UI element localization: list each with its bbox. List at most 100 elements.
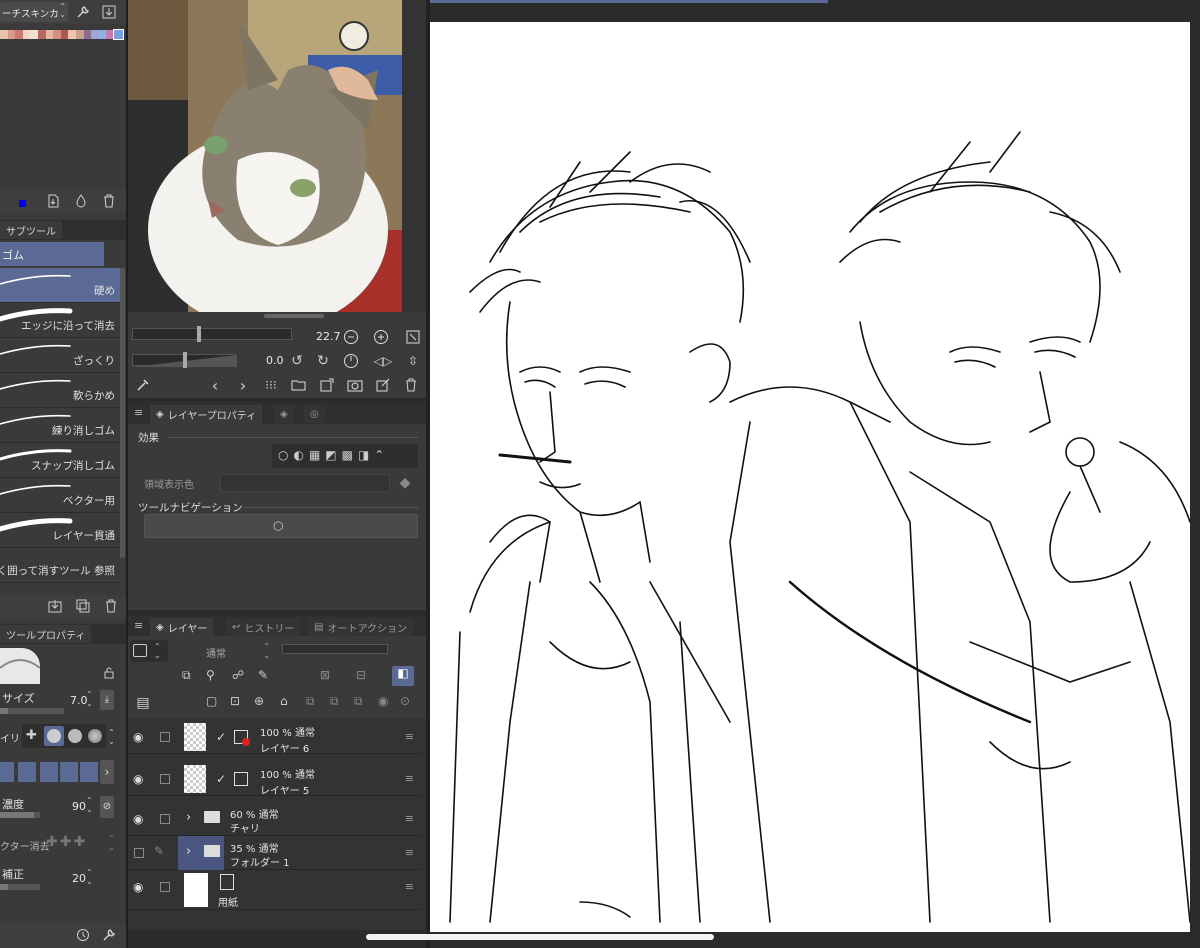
size-apply-button[interactable]: ⤓ xyxy=(100,690,114,710)
drag-handle-icon[interactable]: ≡ xyxy=(405,730,414,743)
layer-row-selected[interactable]: ✎ › 35 % 通常 フォルダー 1 ≡ xyxy=(128,836,420,870)
merge-icon[interactable]: ⧉ xyxy=(330,694,339,709)
new-correction-layer-icon[interactable]: ⊕ xyxy=(254,694,264,708)
subtool-item[interactable]: ベクター用 xyxy=(0,478,120,513)
layer-lock-checkbox[interactable] xyxy=(160,732,170,742)
new-folder-icon[interactable]: ⌂ xyxy=(280,694,288,708)
duplicate-icon[interactable] xyxy=(72,595,94,617)
brush-preset[interactable] xyxy=(0,762,14,782)
eye-icon[interactable]: ◉ xyxy=(133,772,147,786)
new-vector-layer-icon[interactable]: ⊡ xyxy=(230,694,240,708)
plus-icon[interactable]: ✚ xyxy=(26,728,37,743)
density-lock-button[interactable]: ⊘ xyxy=(100,796,114,818)
canvas-scroll-indicator[interactable] xyxy=(430,0,828,3)
density-slider[interactable] xyxy=(0,812,40,818)
trash-icon[interactable] xyxy=(98,190,120,212)
fill-bucket-icon[interactable]: ◆ xyxy=(394,472,416,494)
mask-apply-icon[interactable]: ⊟ xyxy=(356,668,376,682)
lock-transparent-icon[interactable]: ⚲ xyxy=(206,668,225,682)
layer-row[interactable]: ◉ 用紙 ≡ xyxy=(128,870,420,910)
current-color-chip[interactable] xyxy=(19,200,26,207)
draft-icon[interactable]: ✎ xyxy=(258,668,278,682)
layer-row[interactable]: ◉ › 60 % 通常 チャリ ≡ xyxy=(128,802,420,836)
folder-open-icon[interactable] xyxy=(288,374,310,396)
menu-icon[interactable]: ≡ xyxy=(134,619,143,632)
zoom-value[interactable]: 22.7 xyxy=(316,330,341,343)
rotate-right-icon[interactable]: ↻ xyxy=(312,350,334,372)
layer-lock-checkbox[interactable] xyxy=(134,848,144,858)
subtool-item[interactable]: 硬め xyxy=(0,268,120,303)
stepper-icon[interactable]: ⌃ ⌄ xyxy=(108,728,115,746)
new-raster-layer-icon[interactable]: ▢ xyxy=(206,694,217,708)
trash-icon[interactable] xyxy=(100,595,122,617)
zoom-out-icon[interactable] xyxy=(340,326,362,348)
region-color-field[interactable] xyxy=(220,474,390,492)
opacity-slider[interactable] xyxy=(282,644,388,654)
tool-nav-button[interactable]: ⬡ xyxy=(144,514,418,538)
edit-icon[interactable] xyxy=(372,374,394,396)
layer-lock-checkbox[interactable] xyxy=(160,814,170,824)
add-color-icon[interactable] xyxy=(70,190,92,212)
tab-layer-property[interactable]: ◈ レイヤープロパティ xyxy=(150,405,263,424)
clip-icon[interactable]: ⧉ xyxy=(182,668,201,683)
eye-icon[interactable]: ◉ xyxy=(133,880,147,894)
subtool-scrollbar[interactable] xyxy=(120,268,125,558)
effect-buttons[interactable]: ○◐▦◩▩◨⌃ xyxy=(272,444,418,468)
import-icon[interactable] xyxy=(44,595,66,617)
tab-auto-action[interactable]: ▤ オートアクション xyxy=(308,618,413,636)
add-image-icon[interactable] xyxy=(316,374,338,396)
color-swatch[interactable] xyxy=(113,29,124,40)
hardness-option-selected[interactable] xyxy=(44,726,64,746)
chevron-right-icon[interactable]: › xyxy=(186,844,191,859)
correction-value[interactable]: 20 xyxy=(72,872,86,885)
layer-color-select[interactable]: ⌃ ⌄ xyxy=(130,640,168,662)
chevron-right-icon[interactable]: › xyxy=(232,374,254,396)
rotate-left-icon[interactable]: ↺ xyxy=(286,350,308,372)
brush-preset[interactable] xyxy=(40,762,58,782)
layer-lock-checkbox[interactable] xyxy=(160,774,170,784)
stepper-icon[interactable]: ⌃ ⌄ xyxy=(108,834,115,852)
drag-handle-icon[interactable]: ≡ xyxy=(405,846,414,859)
chevron-left-icon[interactable]: ‹ xyxy=(204,374,226,396)
subtool-item[interactable]: 軟らかめ xyxy=(0,373,120,408)
drag-handle-icon[interactable]: ≡ xyxy=(405,812,414,825)
eye-icon[interactable]: ◉ xyxy=(133,812,147,826)
drag-handle-icon[interactable]: ≡ xyxy=(405,880,414,893)
flip-horizontal-icon[interactable]: ◁▷ xyxy=(372,350,394,372)
tab-extra-2[interactable]: ◎ xyxy=(304,405,325,423)
brush-preset[interactable] xyxy=(60,762,78,782)
correction-slider[interactable] xyxy=(0,884,40,890)
grid-icon[interactable]: ⁝⁝⁝ xyxy=(260,374,282,396)
fit-icon[interactable] xyxy=(402,326,424,348)
mask-camera-icon[interactable]: ⊙ xyxy=(400,694,410,708)
subtool-item[interactable]: く囲って消すツール 参照 xyxy=(0,548,120,583)
transfer-icon[interactable]: ⧉ xyxy=(306,694,315,709)
rotate-slider[interactable] xyxy=(132,352,237,368)
tab-history[interactable]: ↩ ヒストリー xyxy=(226,618,301,636)
subtool-item[interactable]: レイヤー貫通 xyxy=(0,513,120,548)
size-slider[interactable] xyxy=(0,708,64,714)
flip-vertical-icon[interactable]: ⇳ xyxy=(402,350,424,372)
drawing-canvas[interactable] xyxy=(430,22,1190,932)
camera-icon[interactable] xyxy=(344,374,366,396)
vector-erase-options[interactable]: ✚✚✚ xyxy=(46,834,87,850)
drag-handle-icon[interactable]: ≡ xyxy=(405,772,414,785)
tab-tool-property[interactable]: ツールプロパティ xyxy=(0,625,92,643)
brush-preset[interactable] xyxy=(80,762,98,782)
layer-row[interactable]: ◉ ✓ 100 % 通常 レイヤー 6 ≡ xyxy=(128,720,420,755)
subtool-item[interactable]: エッジに沿って消去 xyxy=(0,303,120,338)
subtool-item[interactable]: 練り消しゴム xyxy=(0,408,120,443)
density-value[interactable]: 90 xyxy=(72,800,86,813)
stepper-icon[interactable]: ⌃ ⌄ xyxy=(86,868,93,886)
lock-icon[interactable] xyxy=(98,662,120,684)
pen-icon[interactable]: ✎ xyxy=(154,844,164,858)
chevron-right-icon[interactable]: › xyxy=(100,760,114,784)
download-icon[interactable] xyxy=(98,1,120,23)
chevron-right-icon[interactable]: › xyxy=(186,810,191,825)
rotate-reset-icon[interactable] xyxy=(340,350,362,372)
brush-preset[interactable] xyxy=(18,762,36,782)
hardness-option[interactable] xyxy=(88,729,102,743)
mask-icon[interactable]: ◉ xyxy=(378,694,388,708)
layer-lock-checkbox[interactable] xyxy=(160,882,170,892)
size-value[interactable]: 7.0 xyxy=(70,694,88,707)
